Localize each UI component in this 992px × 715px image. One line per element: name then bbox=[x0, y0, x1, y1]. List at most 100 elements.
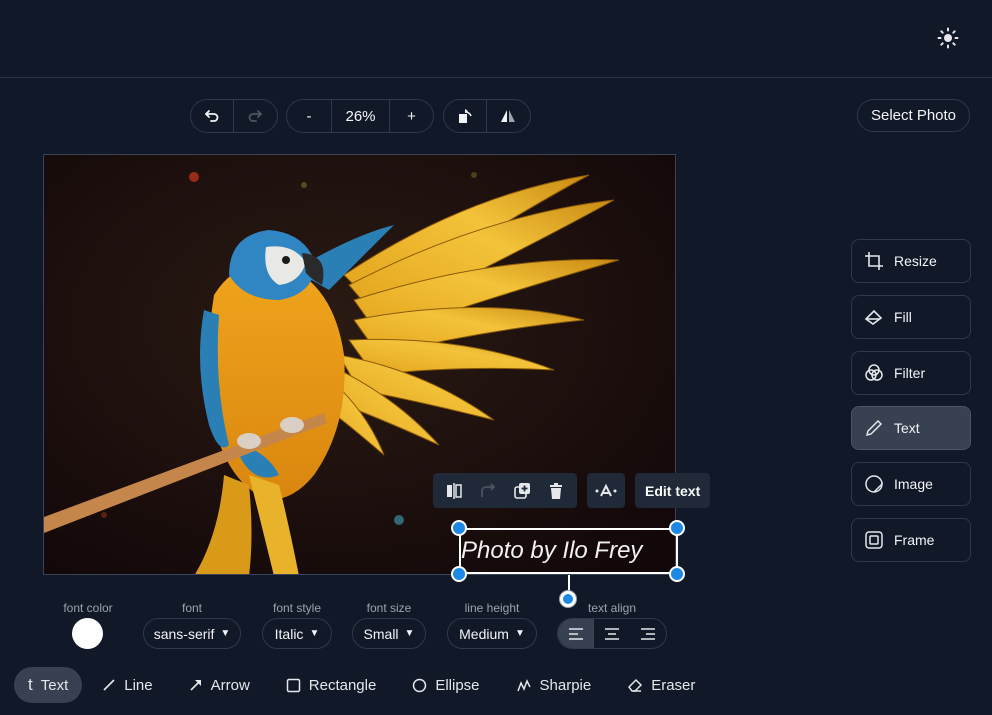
sharpie-icon bbox=[516, 679, 531, 692]
tool-label: Eraser bbox=[651, 676, 696, 694]
duplicate-button[interactable] bbox=[507, 476, 537, 506]
tool-arrow[interactable]: Arrow bbox=[175, 667, 264, 703]
overlay-text: Photo by Ilo Frey bbox=[461, 537, 643, 564]
undo-button[interactable] bbox=[191, 100, 233, 132]
tool-label: Sharpie bbox=[539, 676, 592, 694]
tool-label: Rectangle bbox=[308, 676, 377, 694]
font-color-label: font color bbox=[63, 601, 113, 615]
font-style-label: font style bbox=[272, 601, 322, 615]
line-height-select[interactable]: Medium ▼ bbox=[447, 618, 537, 649]
font-size-label: font size bbox=[366, 601, 412, 615]
top-bar bbox=[0, 0, 992, 78]
caret-down-icon: ▼ bbox=[514, 628, 525, 639]
tool-rectangle[interactable]: Rectangle bbox=[272, 667, 391, 703]
photo-canvas[interactable] bbox=[43, 154, 676, 575]
flip-button[interactable] bbox=[487, 100, 529, 132]
crop-icon bbox=[865, 252, 883, 270]
rotation-handle[interactable] bbox=[559, 590, 577, 608]
font-value: sans-serif bbox=[153, 625, 215, 642]
sidebar-item-label: Filter bbox=[894, 365, 926, 381]
line-height-label: line height bbox=[464, 601, 520, 615]
sticker-icon bbox=[865, 475, 883, 493]
fill-icon bbox=[864, 309, 883, 325]
sidebar-item-image[interactable]: Image bbox=[851, 462, 971, 506]
font-size-select[interactable]: Small ▼ bbox=[352, 618, 426, 649]
parrot-photo bbox=[44, 155, 675, 574]
align-right-button[interactable] bbox=[630, 619, 666, 648]
resize-handle-bottom-left[interactable] bbox=[451, 566, 467, 582]
font-size-value: Small bbox=[363, 625, 399, 642]
transform-group bbox=[443, 99, 531, 133]
align-center-button[interactable] bbox=[594, 619, 630, 648]
text-align-group bbox=[557, 618, 667, 649]
rotate-icon bbox=[459, 109, 472, 123]
text-element-toolbar: Edit text bbox=[433, 473, 711, 508]
text-effects-icon bbox=[595, 483, 617, 496]
tool-label: Text bbox=[40, 676, 69, 694]
font-select[interactable]: sans-serif ▼ bbox=[143, 618, 241, 649]
align-right-icon bbox=[641, 627, 655, 640]
filter-icon bbox=[865, 364, 883, 381]
sidebar-item-label: Text bbox=[894, 420, 920, 436]
arrow-icon bbox=[190, 680, 201, 691]
sidebar-item-frame[interactable]: Frame bbox=[851, 518, 971, 562]
line-icon bbox=[103, 679, 115, 691]
zoom-level: 26% bbox=[345, 107, 376, 125]
sidebar-item-fill[interactable]: Fill bbox=[851, 295, 971, 339]
text-style-group bbox=[587, 473, 625, 508]
align-left-icon bbox=[569, 627, 583, 640]
tool-line[interactable]: Line bbox=[88, 667, 166, 703]
forward-arrow-icon bbox=[481, 482, 496, 497]
flip-icon bbox=[501, 110, 515, 122]
zoom-group: - 26% + bbox=[286, 99, 434, 133]
tool-ellipse[interactable]: Ellipse bbox=[398, 667, 493, 703]
text-align-label: text align bbox=[587, 601, 637, 615]
redo-icon bbox=[248, 110, 262, 122]
send-back-button[interactable] bbox=[473, 476, 503, 506]
tool-eraser[interactable]: Eraser bbox=[613, 667, 709, 703]
delete-button[interactable] bbox=[541, 476, 571, 506]
tool-text[interactable]: t Text bbox=[14, 667, 83, 703]
line-height-value: Medium bbox=[459, 625, 509, 642]
sidebar-item-label: Frame bbox=[894, 532, 935, 548]
sidebar-item-label: Fill bbox=[894, 309, 912, 325]
font-style-select[interactable]: Italic ▼ bbox=[262, 618, 332, 649]
select-photo-button[interactable]: Select Photo bbox=[857, 99, 970, 132]
align-left-button[interactable] bbox=[558, 619, 594, 648]
ellipse-icon bbox=[413, 678, 427, 692]
text-style-button[interactable] bbox=[591, 476, 621, 506]
text-overlay[interactable]: Photo by Ilo Frey bbox=[459, 528, 678, 574]
rectangle-icon bbox=[286, 678, 301, 692]
caret-down-icon: ▼ bbox=[309, 628, 320, 639]
align-center-icon bbox=[447, 482, 462, 499]
caret-down-icon: ▼ bbox=[404, 628, 415, 639]
undo-icon bbox=[205, 110, 219, 122]
font-label: font bbox=[181, 601, 202, 615]
drawing-tools: t Text Line Arrow Rectangle Ellipse Shar… bbox=[14, 667, 709, 703]
resize-handle-bottom-right[interactable] bbox=[669, 566, 685, 582]
edit-text-button[interactable]: Edit text bbox=[635, 473, 711, 508]
history-group bbox=[190, 99, 278, 133]
sidebar-item-filter[interactable]: Filter bbox=[851, 351, 971, 395]
tool-label: Line bbox=[124, 676, 153, 694]
theme-toggle-button[interactable] bbox=[936, 26, 960, 50]
font-style-value: Italic bbox=[274, 625, 304, 642]
resize-handle-top-left[interactable] bbox=[451, 520, 467, 536]
zoom-out-button[interactable]: - bbox=[287, 100, 331, 132]
frame-icon bbox=[865, 531, 883, 549]
rotate-button[interactable] bbox=[444, 100, 486, 132]
resize-handle-top-right[interactable] bbox=[669, 520, 685, 536]
sidebar-item-resize[interactable]: Resize bbox=[851, 239, 971, 283]
duplicate-icon bbox=[514, 482, 530, 499]
redo-button[interactable] bbox=[234, 100, 276, 132]
sun-icon bbox=[937, 27, 959, 49]
align-element-button[interactable] bbox=[439, 476, 469, 506]
tool-label: Arrow bbox=[210, 676, 250, 694]
zoom-in-button[interactable]: + bbox=[390, 100, 433, 132]
align-center-text-icon bbox=[605, 627, 619, 640]
sidebar-item-text[interactable]: Text bbox=[851, 406, 971, 450]
caret-down-icon: ▼ bbox=[220, 628, 231, 639]
trash-icon bbox=[550, 482, 562, 499]
tool-sharpie[interactable]: Sharpie bbox=[502, 667, 606, 703]
font-color-swatch[interactable] bbox=[72, 618, 103, 649]
